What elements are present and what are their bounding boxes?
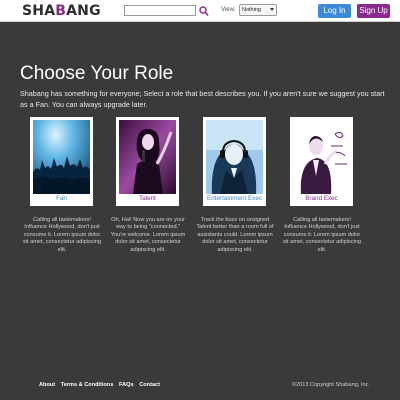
role-description-fan: Calling all tastemakers! Influence Holly… <box>22 217 102 253</box>
intro-text: Shabang has something for everyone; Sele… <box>20 89 385 109</box>
role-label-entertainment-exec: Entertainment Exec <box>207 195 262 202</box>
role-description-entertainment-exec: Track the buzz on unsigned Talent better… <box>196 217 274 253</box>
page-title: Choose Your Role <box>20 63 174 84</box>
role-label-brand-exec: Brand Exec <box>305 195 338 202</box>
entertainment-exec-photo <box>206 120 263 194</box>
role-label-fan: Fan <box>56 195 67 202</box>
chevron-down-icon <box>270 8 274 11</box>
fan-photo <box>33 120 90 194</box>
view-selected-value: Nothing <box>242 7 261 13</box>
role-description-brand-exec: Calling all tastemakers! Influence Holly… <box>282 217 362 253</box>
footer-link-faqs[interactable]: FAQs <box>119 382 134 388</box>
role-card-brand-exec[interactable]: Brand Exec <box>290 117 353 206</box>
talent-photo <box>119 120 176 194</box>
shabang-logo[interactable]: SHABANG <box>22 2 101 20</box>
role-card-talent[interactable]: Talent <box>116 117 179 206</box>
role-label-talent: Talent <box>139 195 156 202</box>
footer-nav: About Terms & Conditions FAQs Contact <box>39 381 164 389</box>
search-button[interactable] <box>199 4 209 17</box>
search-input[interactable] <box>124 5 196 16</box>
login-button[interactable]: Log In <box>318 4 351 18</box>
view-select[interactable]: Nothing <box>239 4 277 16</box>
copyright-text: ©2013 Copyright Shabang, Inc. <box>291 382 370 388</box>
search-icon <box>199 6 209 17</box>
role-card-entertainment-exec[interactable]: Entertainment Exec <box>203 117 266 206</box>
footer-link-about[interactable]: About <box>39 382 55 388</box>
brand-exec-photo <box>293 120 350 194</box>
view-label: View: <box>221 7 236 13</box>
signup-button[interactable]: Sign Up <box>357 4 390 18</box>
footer-link-contact[interactable]: Contact <box>139 382 160 388</box>
role-description-talent: Oh, Hai! Now you are on your way to bein… <box>110 217 186 253</box>
role-card-fan[interactable]: Fan <box>30 117 93 206</box>
footer-link-terms[interactable]: Terms & Conditions <box>61 382 114 388</box>
top-bar: SHABANG View: Nothing Log In Sign Up <box>0 0 400 22</box>
